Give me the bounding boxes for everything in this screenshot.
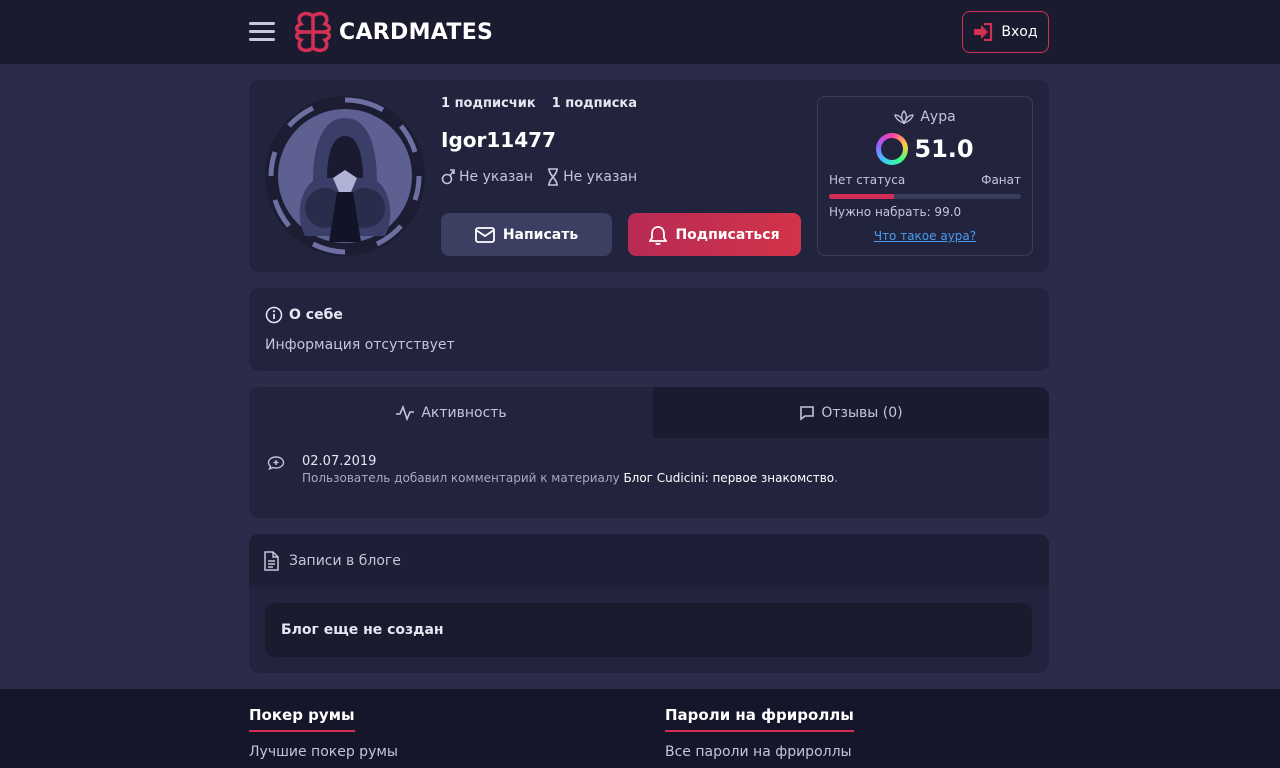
about-card: О себе Информация отсутствует	[249, 288, 1049, 371]
menu-icon[interactable]	[249, 22, 275, 42]
following-count[interactable]: 1 подписка	[552, 96, 637, 111]
logo[interactable]: CARDMATES	[291, 10, 493, 54]
aura-title-text: Аура	[920, 109, 956, 125]
footer-col1-title: Покер румы	[249, 706, 355, 732]
profile-card: 1 подписчик 1 подписка Igor11477 Не указ…	[249, 80, 1049, 272]
username: Igor11477	[441, 128, 556, 152]
login-icon	[974, 23, 993, 41]
followers-count[interactable]: 1 подписчик	[441, 96, 536, 111]
bell-icon	[649, 225, 668, 245]
document-icon	[264, 550, 279, 571]
tab-activity[interactable]: Активность	[249, 387, 653, 438]
footer-col1-link[interactable]: Лучшие покер румы	[249, 744, 398, 760]
subscribe-label: Подписаться	[675, 226, 780, 243]
activity-text-suffix: .	[834, 471, 838, 485]
aura-value-text: 51.0	[914, 135, 974, 163]
activity-text: Пользователь добавил комментарий к матер…	[302, 471, 838, 485]
comment-add-icon	[267, 455, 285, 475]
gender-icon	[441, 169, 455, 185]
pulse-icon	[396, 404, 415, 421]
subscribe-button[interactable]: Подписаться	[628, 213, 801, 256]
logo-icon	[295, 11, 331, 53]
blog-empty-message: Блог еще не создан	[265, 603, 1032, 657]
footer-column-poker-rooms: Покер румы Лучшие покер румы	[249, 705, 398, 760]
aura-ring-icon	[876, 133, 909, 165]
avatar	[265, 96, 425, 256]
tab-reviews-label: Отзывы (0)	[821, 404, 903, 421]
aura-title: Аура	[818, 109, 1032, 125]
footer-col2-title: Пароли на фрироллы	[665, 706, 854, 732]
logo-text: CARDMATES	[339, 19, 494, 45]
hourglass-icon	[548, 168, 559, 186]
footer-column-freerolls: Пароли на фрироллы Все пароли на фриролл…	[665, 705, 854, 760]
gender-value: Не указан	[459, 169, 534, 185]
login-button[interactable]: Вход	[962, 11, 1049, 53]
tab-reviews[interactable]: Отзывы (0)	[653, 387, 1049, 438]
age-field: Не указан	[547, 168, 637, 186]
lotus-icon	[894, 110, 915, 125]
site-footer: Покер румы Лучшие покер румы Пароли на ф…	[0, 689, 1280, 768]
aura-status-current: Нет статуса	[829, 173, 906, 187]
follow-stats: 1 подписчик 1 подписка	[441, 96, 637, 111]
aura-progress-bar	[829, 194, 1021, 199]
about-title-text: О себе	[289, 307, 343, 323]
about-title: О себе	[265, 306, 343, 324]
tab-activity-label: Активность	[421, 404, 507, 421]
blog-header: Записи в блоге	[249, 534, 1049, 587]
activity-text-prefix: Пользователь добавил комментарий к матер…	[302, 471, 624, 485]
comment-icon	[800, 405, 815, 421]
aura-panel: Аура 51.0 Нет статуса Фанат Нужно набрат…	[817, 96, 1033, 256]
info-icon	[265, 306, 283, 324]
login-label: Вход	[1001, 24, 1038, 40]
profile-meta: Не указан Не указан	[441, 168, 637, 186]
age-value: Не указан	[563, 169, 638, 185]
blog-card: Записи в блоге Блог еще не создан	[249, 534, 1049, 673]
blog-title: Записи в блоге	[289, 552, 401, 569]
about-text: Информация отсутствует	[265, 337, 455, 353]
activity-card: Активность Отзывы (0) 02.07.2019 Пользов…	[249, 387, 1049, 518]
write-message-button[interactable]: Написать	[441, 213, 612, 256]
aura-value: 51.0	[818, 133, 1032, 165]
gender-field: Не указан	[441, 168, 533, 186]
footer-col2-link[interactable]: Все пароли на фрироллы	[665, 744, 854, 760]
activity-date: 02.07.2019	[302, 454, 377, 469]
activity-link[interactable]: Блог Cudicini: первое знакомство	[623, 471, 834, 485]
aura-status: Нет статуса Фанат	[829, 173, 1021, 187]
aura-need: Нужно набрать: 99.0	[829, 205, 962, 219]
write-label: Написать	[502, 226, 579, 243]
aura-progress-fill	[829, 194, 895, 199]
site-header: CARDMATES Вход	[0, 0, 1280, 64]
aura-info-link[interactable]: Что такое аура?	[818, 229, 1032, 243]
mail-icon	[474, 226, 495, 243]
aura-status-next: Фанат	[981, 173, 1021, 187]
